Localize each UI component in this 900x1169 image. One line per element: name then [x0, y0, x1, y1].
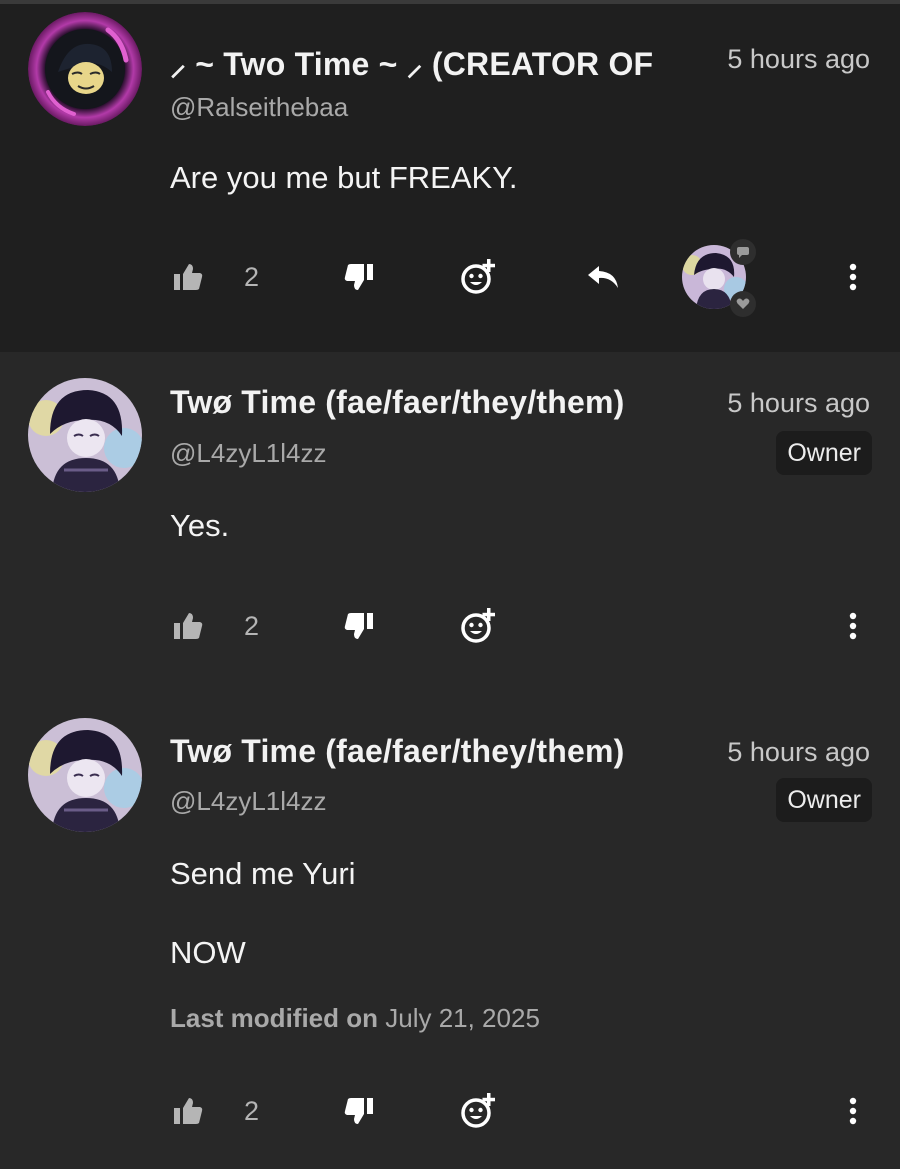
comment-timestamp: 5 hours ago	[727, 737, 870, 767]
like-button[interactable]	[170, 247, 206, 307]
reply-button[interactable]	[584, 247, 622, 307]
add-reaction-icon	[461, 1093, 495, 1128]
comment-actions: 2	[0, 1081, 900, 1141]
like-count: 2	[244, 1096, 260, 1126]
comment-timestamp: 5 hours ago	[727, 44, 870, 74]
more-options-button[interactable]	[840, 596, 866, 656]
owner-badge: Owner	[776, 431, 872, 475]
add-reaction-button[interactable]	[458, 1081, 498, 1141]
owner-badge: Owner	[776, 778, 872, 822]
thumbs-up-icon	[174, 264, 203, 290]
heart-icon	[730, 291, 756, 317]
thumbs-up-icon	[174, 1098, 203, 1124]
add-reaction-icon	[461, 608, 495, 643]
comment-timestamp: 5 hours ago	[727, 388, 870, 418]
like-count: 2	[244, 611, 260, 641]
comment-body-line: Yes.	[170, 508, 230, 543]
like-count: 2	[244, 262, 260, 292]
creator-heart-avatar[interactable]	[682, 239, 756, 317]
add-reaction-icon	[461, 259, 495, 294]
thumbs-up-icon	[174, 613, 203, 639]
comment-actions: 2	[0, 239, 900, 317]
dislike-button[interactable]	[341, 596, 377, 656]
more-options-button[interactable]	[840, 1081, 866, 1141]
comment-author-handle[interactable]: @L4zyL1l4zz	[170, 786, 326, 817]
comment-author-handle[interactable]: @Ralseithebaa	[170, 92, 348, 123]
thumbs-down-icon	[344, 1098, 373, 1124]
more-options-icon	[849, 263, 857, 291]
more-options-button[interactable]	[840, 247, 866, 307]
dislike-button[interactable]	[341, 1081, 377, 1141]
avatar[interactable]	[28, 718, 142, 832]
thumbs-down-icon	[344, 264, 373, 290]
chat-bubble-icon	[730, 239, 756, 265]
comment-author-handle[interactable]: @L4zyL1l4zz	[170, 438, 326, 469]
comment-card: Twø Time (fae/faer/they/them) 5 hours ag…	[0, 352, 900, 692]
more-options-icon	[849, 1097, 857, 1125]
avatar[interactable]	[28, 378, 142, 492]
avatar[interactable]	[28, 12, 142, 126]
add-reaction-button[interactable]	[458, 596, 498, 656]
last-modified-note: Last modified on July 21, 2025	[170, 1003, 540, 1034]
comment-author-name[interactable]: Twø Time (fae/faer/they/them)	[170, 733, 682, 770]
comment-body-line: NOW	[170, 935, 246, 970]
comment-body-line: Are you me but FREAKY.	[170, 160, 518, 195]
last-modified-label: Last modified on	[170, 1003, 378, 1033]
dislike-button[interactable]	[341, 247, 377, 307]
comment-actions: 2	[0, 596, 900, 656]
thumbs-down-icon	[344, 613, 373, 639]
comment-author-name[interactable]: Twø Time (fae/faer/they/them)	[170, 384, 682, 421]
reply-icon	[588, 266, 618, 288]
comment-card: ⸝ ~ Two Time ~ ⸝ (CREATOR OF 5 hours ago…	[0, 4, 900, 352]
comment-body-line: Send me Yuri	[170, 856, 356, 891]
more-options-icon	[849, 612, 857, 640]
last-modified-date: July 21, 2025	[385, 1003, 540, 1033]
comment-card: Twø Time (fae/faer/they/them) 5 hours ag…	[0, 692, 900, 1169]
like-button[interactable]	[170, 1081, 206, 1141]
like-button[interactable]	[170, 596, 206, 656]
add-reaction-button[interactable]	[458, 247, 498, 307]
comment-author-name[interactable]: ⸝ ~ Two Time ~ ⸝ (CREATOR OF	[170, 42, 682, 85]
